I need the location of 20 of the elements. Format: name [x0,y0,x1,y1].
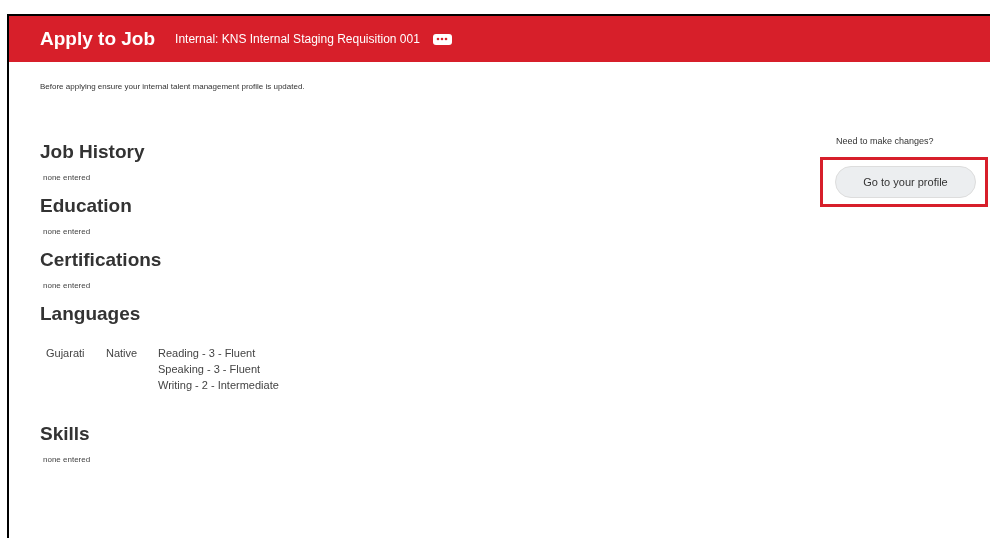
instruction-text: Before applying ensure your internal talent management profile is updated. [40,82,306,91]
language-level: Native [106,346,139,361]
language-name: Gujarati [46,346,86,361]
prompt-text: Need to make changes? [836,136,935,146]
page-title: Apply to Job [40,28,156,50]
empty-note: none entered [42,173,92,182]
ability-text: Writing - 2 - Intermediate [158,378,279,393]
empty-note: none entered [42,227,92,236]
profile-button[interactable]: Go to your profile [835,166,976,198]
section-heading: Languages [40,303,142,325]
section-heading: Education [40,195,133,217]
section-heading: Job History [40,141,146,163]
section-heading: Certifications [40,249,163,271]
ability-text: Reading - 3 - Fluent [158,346,257,361]
empty-note: none entered [42,281,92,290]
ability-text: Speaking - 3 - Fluent [158,362,262,377]
requisition-title: Internal: KNS Internal Staging Requisition 001 [175,32,420,46]
empty-note: none entered [42,455,92,464]
more-button[interactable] [432,33,452,45]
section-heading: Skills [40,423,91,445]
